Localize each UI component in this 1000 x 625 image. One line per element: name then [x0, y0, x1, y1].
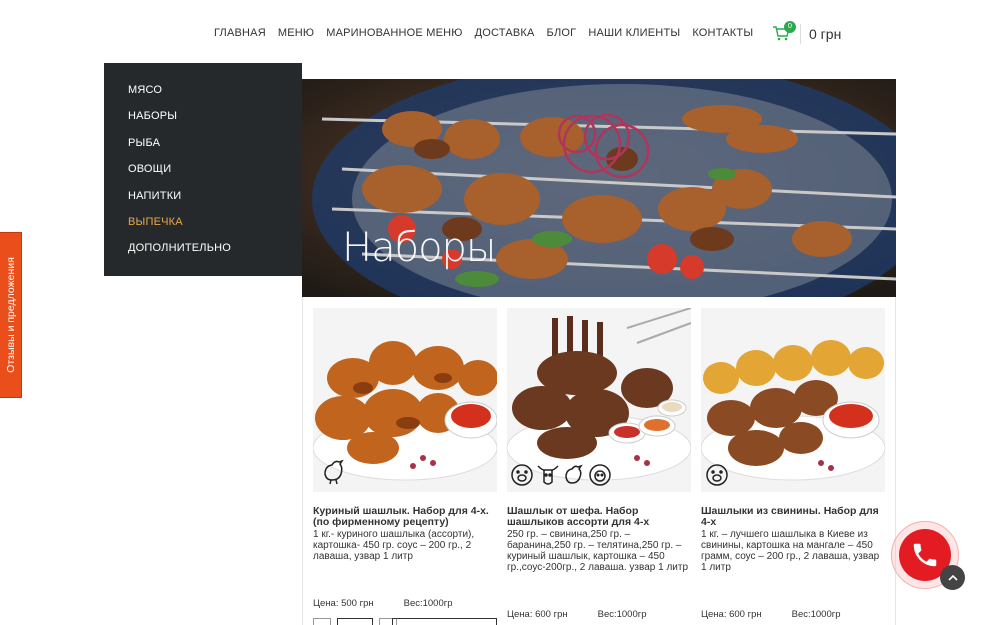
nav-home[interactable]: ГЛАВНАЯ: [214, 27, 266, 39]
product-meta: Цена: 500 грн Вес:1000гр: [313, 598, 453, 609]
product-card[interactable]: Шашлык от шефа. Набор шашлыков ассорти д…: [507, 308, 691, 573]
sidebar-item-fish[interactable]: РЫБА: [104, 136, 302, 162]
chicken-icon: [565, 464, 583, 484]
feedback-tab[interactable]: Отзывы и предложения: [0, 232, 22, 398]
product-image[interactable]: [701, 308, 885, 492]
pig-icon: [706, 464, 728, 486]
sidebar-item-vegetables[interactable]: ОВОЩИ: [104, 162, 302, 188]
sidebar-item-sets[interactable]: НАБОРЫ: [104, 109, 302, 135]
cart-count-badge: 0: [784, 21, 796, 33]
chevron-up-icon: [947, 574, 958, 581]
product-price: Цена: 600 грн: [507, 609, 568, 620]
product-image[interactable]: [313, 308, 497, 492]
chicken-icon: [324, 459, 344, 485]
product-weight: Вес:1000гр: [403, 598, 453, 609]
cart-total[interactable]: 0 грн: [809, 26, 841, 42]
qty-minus-button[interactable]: [313, 618, 331, 625]
quantity-stepper: [313, 618, 397, 625]
product-meta: Цена: 600 грн Вес:1000гр: [507, 609, 647, 620]
add-to-cart-button[interactable]: [392, 618, 497, 625]
pig-icon: [511, 464, 533, 486]
product-description: 250 гр. – свинина,250 гр. – баранина,250…: [507, 529, 689, 573]
product-description: 1 кг. – лучшего шашлыка в Киеве из свини…: [701, 529, 880, 573]
product-price: Цена: 500 грн: [313, 598, 374, 609]
hero-title: Наборы: [342, 225, 497, 271]
cart[interactable]: 0 0 грн: [772, 21, 841, 44]
page: ГЛАВНАЯ МЕНЮ МАРИНОВАННОЕ МЕНЮ ДОСТАВКА …: [0, 0, 1000, 625]
feedback-tab-label: Отзывы и предложения: [4, 257, 17, 373]
product-title[interactable]: Шашлык от шефа. Набор шашлыков ассорти д…: [507, 506, 691, 528]
nav-clients[interactable]: НАШИ КЛИЕНТЫ: [588, 27, 680, 39]
product-card[interactable]: Шашлыки из свинины. Набор для 4-х 1 кг. …: [701, 308, 885, 573]
hero-banner: Наборы: [302, 79, 896, 297]
product-image[interactable]: [507, 308, 691, 492]
phone-icon: [913, 543, 937, 567]
sidebar-item-meat[interactable]: МЯСО: [104, 83, 302, 109]
qty-input[interactable]: [337, 618, 373, 625]
product-title[interactable]: Куриный шашлык. Набор для 4-х. (по фирме…: [313, 506, 497, 528]
cart-icon[interactable]: 0: [772, 21, 796, 43]
product-meta: Цена: 600 грн Вес:1000гр: [701, 609, 841, 620]
cow-icon: [537, 465, 559, 485]
sheep-icon: [589, 464, 611, 486]
top-nav: ГЛАВНАЯ МЕНЮ МАРИНОВАННОЕ МЕНЮ ДОСТАВКА …: [214, 27, 753, 39]
sidebar-item-bakery[interactable]: ВЫПЕЧКА: [104, 215, 302, 241]
product-card[interactable]: Куриный шашлык. Набор для 4-х. (по фирме…: [313, 308, 497, 562]
meat-type-icons: [511, 464, 611, 486]
cart-divider: [800, 24, 801, 44]
sidebar-item-additional[interactable]: ДОПОЛНИТЕЛЬНО: [104, 241, 302, 267]
nav-marinated-menu[interactable]: МАРИНОВАННОЕ МЕНЮ: [326, 27, 462, 39]
product-description: 1 кг.- куриного шашлыка (ассорти), карто…: [313, 529, 475, 562]
product-weight: Вес:1000гр: [597, 609, 647, 620]
nav-blog[interactable]: БЛОГ: [547, 27, 577, 39]
nav-menu[interactable]: МЕНЮ: [278, 27, 314, 39]
product-weight: Вес:1000гр: [791, 609, 841, 620]
product-price: Цена: 600 грн: [701, 609, 762, 620]
scroll-to-top-button[interactable]: [940, 565, 965, 590]
sidebar-item-drinks[interactable]: НАПИТКИ: [104, 189, 302, 215]
product-title[interactable]: Шашлыки из свинины. Набор для 4-х: [701, 506, 885, 528]
nav-contacts[interactable]: КОНТАКТЫ: [692, 27, 753, 39]
nav-delivery[interactable]: ДОСТАВКА: [475, 27, 535, 39]
category-sidebar: МЯСО НАБОРЫ РЫБА ОВОЩИ НАПИТКИ ВЫПЕЧКА Д…: [104, 63, 302, 276]
